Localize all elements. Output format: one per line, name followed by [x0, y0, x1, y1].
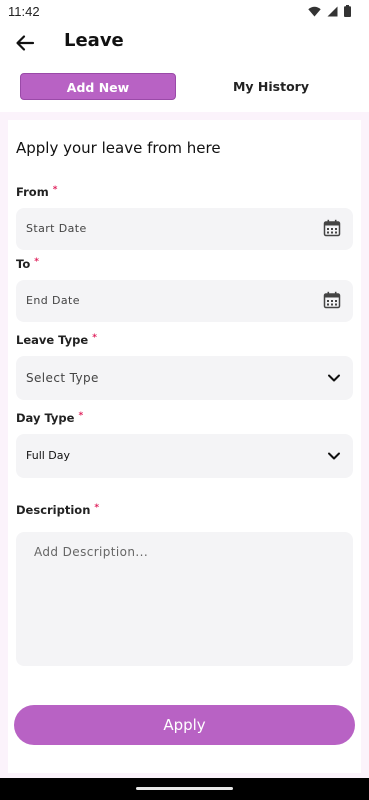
end-date-placeholder: End Date [26, 294, 80, 307]
tab-add-new[interactable]: Add New [20, 73, 176, 100]
from-label-text: From [16, 185, 49, 199]
leave-type-label: Leave Type * [16, 333, 97, 347]
description-placeholder: Add Description... [34, 545, 149, 559]
page-title: Leave [64, 30, 124, 51]
leave-type-label-text: Leave Type [16, 333, 89, 347]
required-mark: * [78, 411, 84, 421]
form-heading: Apply your leave from here [16, 139, 221, 157]
to-label-text: To [16, 257, 31, 271]
day-type-value: Full Day [26, 449, 71, 462]
app-bar: Leave [0, 24, 369, 60]
start-date-field[interactable]: Start Date [16, 208, 353, 250]
calendar-icon[interactable] [323, 219, 341, 237]
leave-type-select[interactable]: Select Type [16, 356, 353, 400]
day-type-select[interactable]: Full Day [16, 434, 353, 478]
required-mark: * [94, 503, 100, 513]
calendar-icon[interactable] [323, 291, 341, 309]
status-bar: 11:42 [0, 0, 369, 24]
wifi-icon [308, 6, 321, 16]
required-mark: * [92, 333, 97, 343]
battery-icon [344, 5, 351, 17]
from-label: From * [16, 185, 57, 199]
to-label: To * [16, 257, 39, 271]
description-textarea[interactable]: Add Description... [16, 532, 353, 666]
apply-button[interactable]: Apply [14, 705, 355, 745]
leave-type-placeholder: Select Type [26, 371, 99, 385]
system-nav-bar [0, 778, 369, 800]
chevron-down-icon[interactable] [327, 372, 341, 384]
required-mark: * [34, 257, 39, 267]
tab-my-history[interactable]: My History [196, 73, 346, 100]
home-gesture-handle[interactable] [136, 787, 233, 790]
status-icons [308, 5, 351, 17]
signal-icon [327, 6, 338, 16]
end-date-field[interactable]: End Date [16, 280, 353, 322]
description-label-text: Description [16, 503, 91, 517]
status-time: 11:42 [8, 4, 40, 19]
tab-bar: Add New My History [0, 70, 369, 104]
day-type-label-text: Day Type [16, 411, 75, 425]
day-type-label: Day Type * [16, 411, 83, 425]
back-arrow-icon[interactable] [14, 32, 36, 54]
start-date-placeholder: Start Date [26, 222, 87, 235]
chevron-down-icon[interactable] [327, 450, 341, 462]
required-mark: * [52, 185, 58, 195]
description-label: Description * [16, 503, 99, 517]
